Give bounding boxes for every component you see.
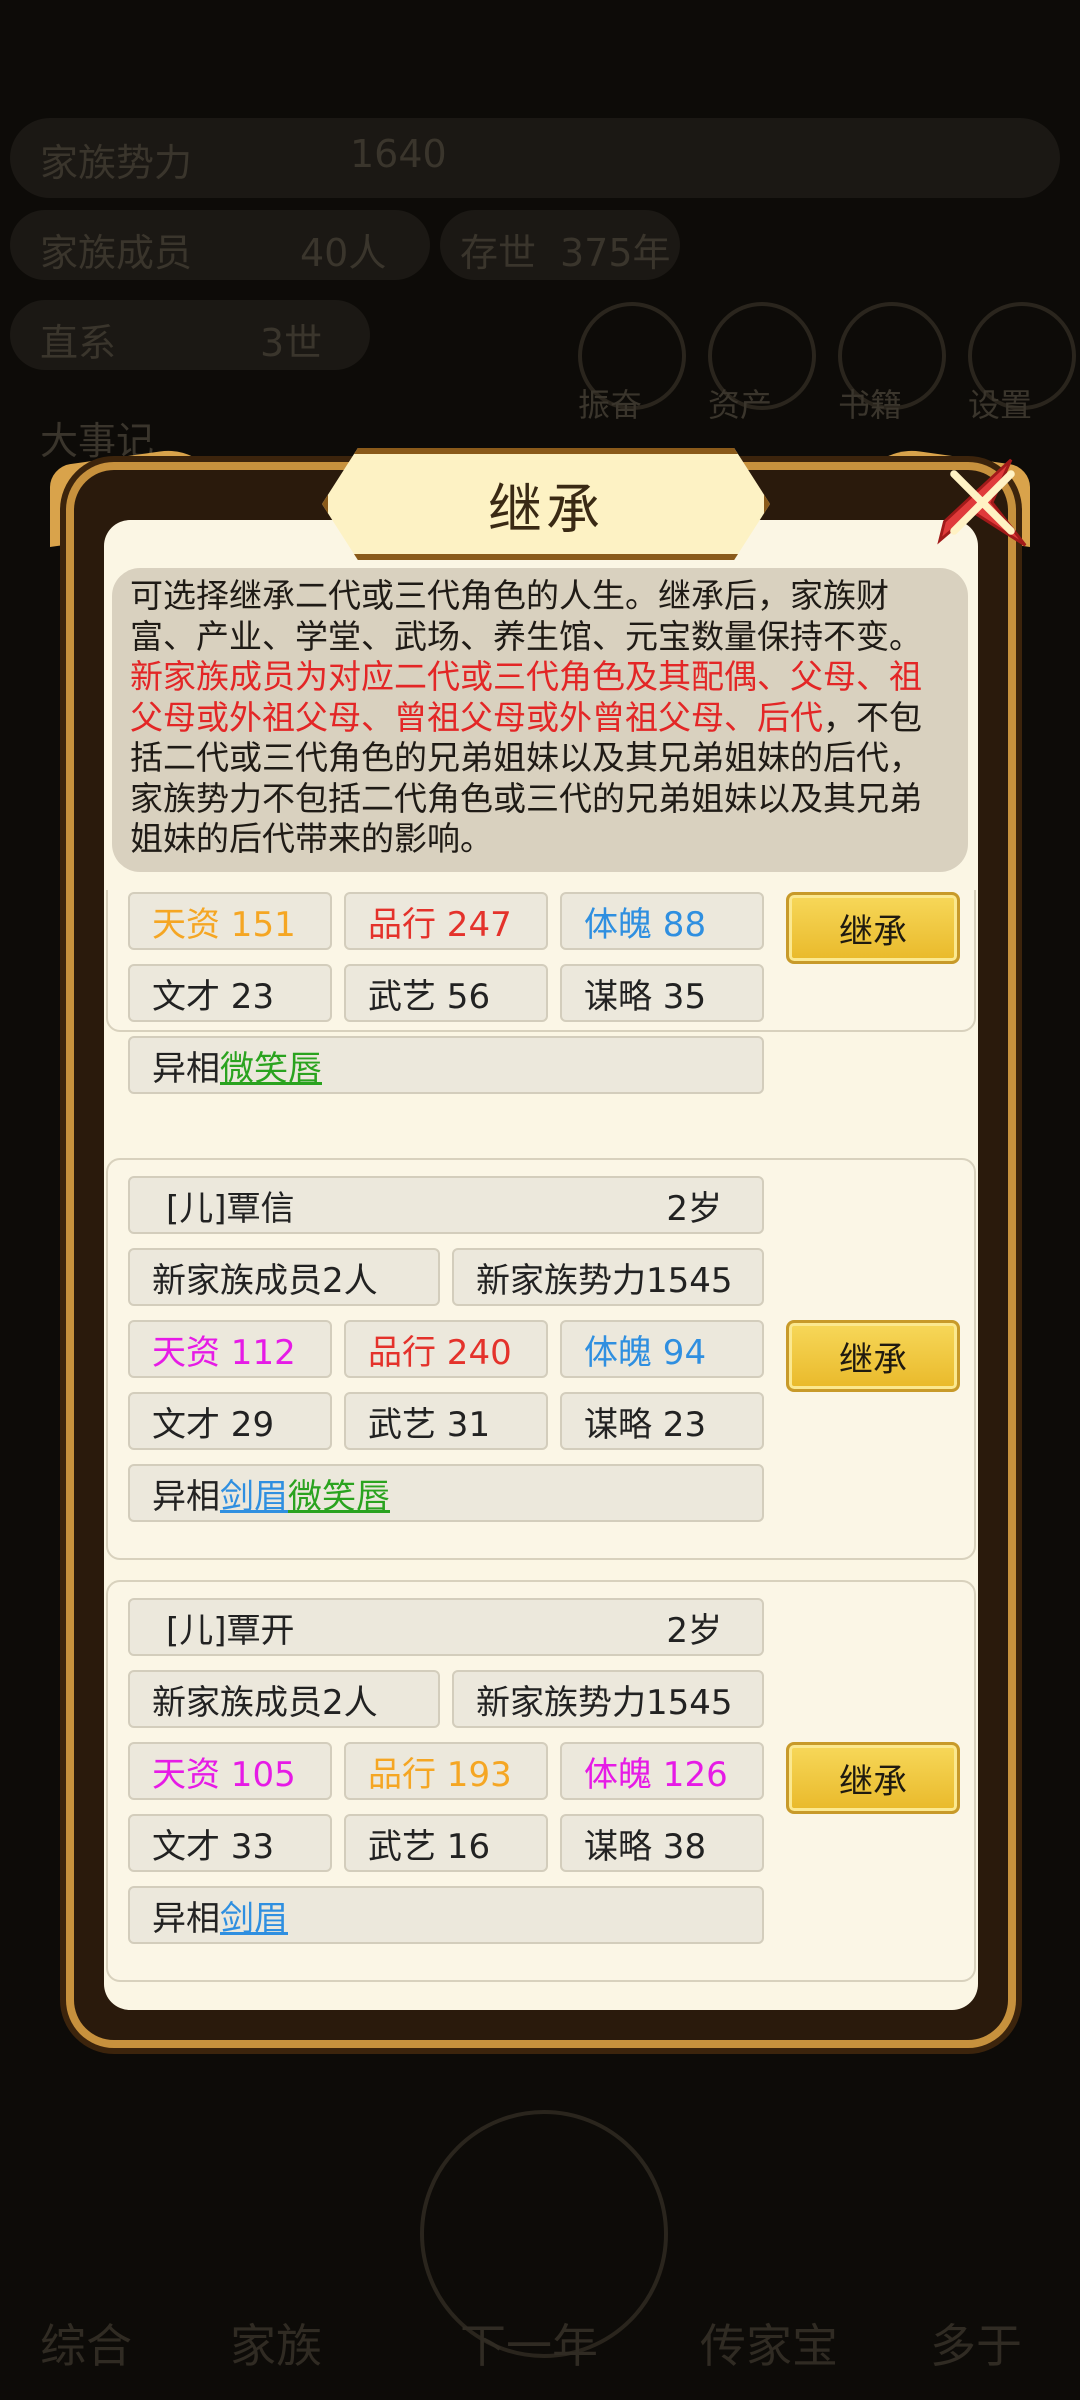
dialog-title-plaque: 继承	[322, 448, 770, 560]
bg-nav-more: 多于	[930, 2319, 1022, 2373]
new-power: 新家族势力1545	[452, 1670, 764, 1728]
description-text: 可选择继承二代或三代角色的人生。继承后，家族财富、产业、学堂、武场、养生馆、元宝…	[130, 576, 922, 656]
stat-physique: 体魄 126	[560, 1742, 764, 1800]
stat-physique: 体魄 94	[560, 1320, 764, 1378]
bg-label-years: 存世	[460, 231, 537, 275]
stat-strategy: 谋略 38	[560, 1814, 764, 1872]
virtue-value: 品行 247	[368, 904, 512, 945]
inherit-button[interactable]: 继承	[786, 1320, 960, 1392]
heir-age: 2岁	[666, 1610, 722, 1651]
trait-link[interactable]: 剑眉	[220, 1891, 288, 1940]
stat-talent: 天资 112	[128, 1320, 332, 1378]
literacy-value: 文才 29	[152, 1404, 275, 1445]
martial-value: 武艺 56	[368, 976, 491, 1017]
martial-value: 武艺 16	[368, 1826, 491, 1867]
heir-card: 天资 151 品行 247 体魄 88 文才 23 武艺 56 谋略 35 异相…	[106, 890, 976, 1094]
stat-physique: 体魄 88	[560, 892, 764, 950]
trait-link[interactable]: 剑眉	[220, 1469, 288, 1518]
features-label: 异相	[152, 1048, 220, 1089]
bg-nav-overview: 综合	[40, 2319, 132, 2373]
bg-value-power: 1640	[350, 132, 447, 176]
stat-literacy: 文才 23	[128, 964, 332, 1022]
stat-literacy: 文才 29	[128, 1392, 332, 1450]
features-row: 异相 微笑唇	[128, 1036, 764, 1094]
features-label: 异相	[152, 1476, 220, 1517]
stat-talent: 天资 151	[128, 892, 332, 950]
new-members: 新家族成员2人	[128, 1670, 440, 1728]
bg-nav-family: 家族	[230, 2319, 322, 2373]
dialog-title: 继承	[488, 477, 604, 541]
physique-value: 体魄 88	[584, 904, 707, 945]
heir-name-row: [儿]覃开 2岁	[128, 1598, 764, 1656]
bg-icon-label: 设置	[968, 386, 1033, 424]
bg-value-generation: 3世	[260, 321, 323, 365]
literacy-value: 文才 33	[152, 1826, 275, 1867]
bg-icon-label: 资产	[708, 386, 773, 424]
heir-name: [儿]覃开	[166, 1610, 295, 1651]
stat-literacy: 文才 33	[128, 1814, 332, 1872]
close-icon	[937, 458, 1027, 547]
inherit-button[interactable]: 继承	[786, 892, 960, 964]
physique-value: 体魄 126	[584, 1754, 728, 1795]
trait-link[interactable]: 微笑唇	[288, 1469, 390, 1518]
physique-value: 体魄 94	[584, 1332, 707, 1373]
strategy-value: 谋略 38	[584, 1826, 707, 1867]
bg-icon-label: 书籍	[838, 386, 903, 424]
bg-label-power: 家族势力	[40, 141, 193, 185]
stat-virtue: 品行 247	[344, 892, 548, 950]
talent-value: 天资 151	[152, 904, 296, 945]
talent-value: 天资 105	[152, 1754, 296, 1795]
new-members: 新家族成员2人	[128, 1248, 440, 1306]
new-power: 新家族势力1545	[452, 1248, 764, 1306]
heir-card: [儿]覃信 2岁 新家族成员2人 新家族势力1545 天资 112 品行 240…	[106, 1158, 976, 1560]
stat-virtue: 品行 193	[344, 1742, 548, 1800]
bg-nav-heirloom: 传家宝	[700, 2319, 838, 2373]
stat-martial: 武艺 16	[344, 1814, 548, 1872]
stat-strategy: 谋略 23	[560, 1392, 764, 1450]
martial-value: 武艺 31	[368, 1404, 491, 1445]
virtue-value: 品行 240	[368, 1332, 512, 1373]
stat-virtue: 品行 240	[344, 1320, 548, 1378]
trait-link[interactable]: 微笑唇	[220, 1041, 322, 1090]
description-highlight: 新家族成员为对应二代或三代角色及其配偶、父母、祖父母或外祖父母、曾祖父母或外曾祖…	[130, 657, 922, 737]
stat-strategy: 谋略 35	[560, 964, 764, 1022]
stat-martial: 武艺 56	[344, 964, 548, 1022]
heir-name: [儿]覃信	[166, 1188, 295, 1229]
bg-nav-next-year: 下一年	[460, 2319, 598, 2373]
inherit-button[interactable]: 继承	[786, 1742, 960, 1814]
bg-label-members: 家族成员	[40, 231, 193, 275]
bg-value-members: 40人	[300, 231, 387, 275]
bg-icon-label: 振奋	[578, 386, 643, 424]
strategy-value: 谋略 23	[584, 1404, 707, 1445]
bg-label-generation: 直系	[40, 321, 117, 365]
talent-value: 天资 112	[152, 1332, 296, 1373]
heir-list[interactable]: 天资 151 品行 247 体魄 88 文才 23 武艺 56 谋略 35 异相…	[104, 890, 978, 2000]
stat-talent: 天资 105	[128, 1742, 332, 1800]
heir-age: 2岁	[666, 1188, 722, 1229]
virtue-value: 品行 193	[368, 1754, 512, 1795]
heir-name-row: [儿]覃信 2岁	[128, 1176, 764, 1234]
inherit-description: 可选择继承二代或三代角色的人生。继承后，家族财富、产业、学堂、武场、养生馆、元宝…	[112, 568, 968, 872]
bg-value-years: 375年	[560, 231, 671, 275]
heir-card: [儿]覃开 2岁 新家族成员2人 新家族势力1545 天资 105 品行 193…	[106, 1580, 976, 1982]
features-label: 异相	[152, 1898, 220, 1939]
features-row: 异相 剑眉 微笑唇	[128, 1464, 764, 1522]
stat-martial: 武艺 31	[344, 1392, 548, 1450]
strategy-value: 谋略 35	[584, 976, 707, 1017]
literacy-value: 文才 23	[152, 976, 275, 1017]
features-row: 异相 剑眉	[128, 1886, 764, 1944]
close-button[interactable]	[935, 455, 1030, 550]
